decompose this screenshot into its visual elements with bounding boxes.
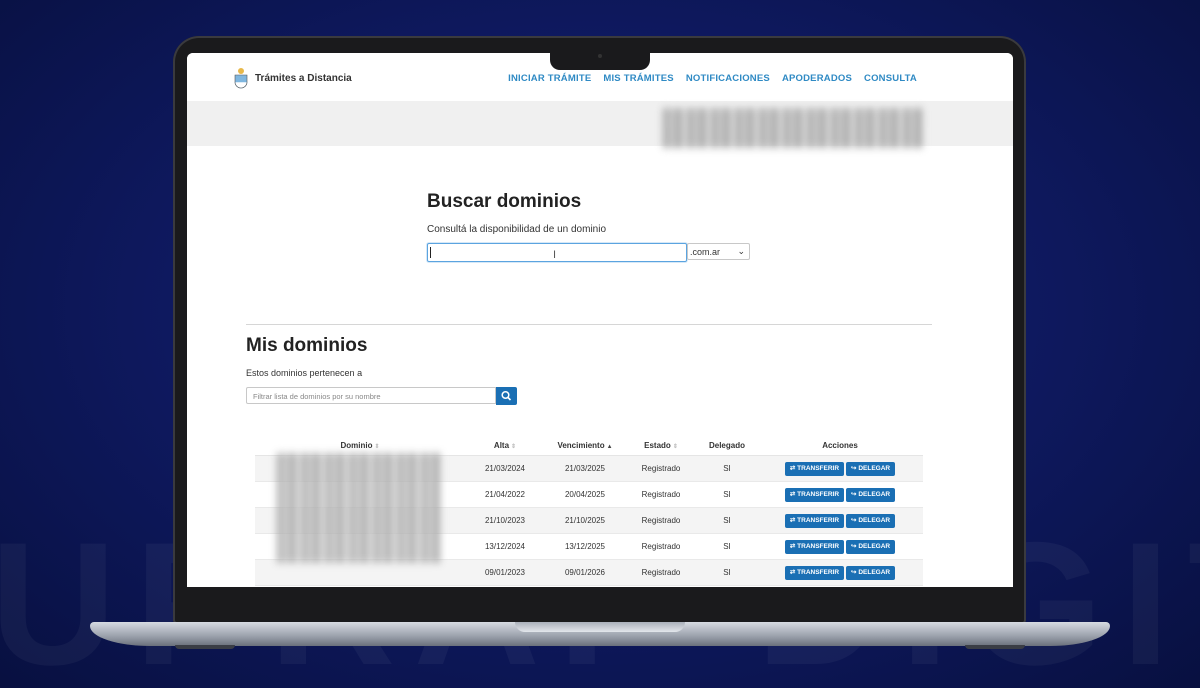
nav-notificaciones[interactable]: NOTIFICACIONES [686,73,770,84]
domain-search-input[interactable] [427,243,687,262]
search-icon [501,390,512,401]
table-row: 09/01/2023 09/01/2026 Registrado SI ⇄ TRANSF… [255,559,923,586]
cell-dominio [255,559,465,586]
delegate-button[interactable]: ↪ DELEGAR [846,487,896,502]
section-divider [246,324,932,325]
transfer-button[interactable]: ⇄ TRANSFERIR [784,539,845,554]
camera-icon [598,54,602,58]
cell-estado: Registrado [625,481,697,508]
col-alta[interactable]: Alta ⇕ [465,435,545,456]
cell-delegado: SI [697,481,757,508]
delegate-button[interactable]: ↪ DELEGAR [846,461,896,476]
argentina-shield-icon [234,68,248,89]
mouse-cursor-icon: I [553,249,557,261]
sort-icon: ⇕ [672,443,678,450]
cell-alta: 13/12/2024 [465,533,545,560]
site-brand[interactable]: Trámites a Distancia [255,73,352,84]
col-acciones: Acciones [757,435,923,456]
main-nav: INICIAR TRÁMITE MIS TRÁMITES NOTIFICACIO… [508,73,917,84]
cell-vencimiento: 21/10/2025 [545,507,625,534]
delegate-button[interactable]: ↪ DELEGAR [846,539,896,554]
my-domains-title: Mis dominios [246,335,368,356]
delegate-button[interactable]: ↪ DELEGAR [846,513,896,528]
laptop-notch [550,50,650,70]
col-delegado: Delegado [697,435,757,456]
nav-apoderados[interactable]: APODERADOS [782,73,852,84]
text-caret [430,247,431,258]
laptop-foot [965,645,1025,649]
cell-acciones: ⇄ TRANSFERIR ↪ DELEGAR [757,533,923,560]
cell-delegado: SI [697,533,757,560]
transfer-button[interactable]: ⇄ TRANSFERIR [784,513,845,528]
nav-mis-tramites[interactable]: MIS TRÁMITES [603,73,673,84]
cell-vencimiento: 20/04/2025 [545,481,625,508]
promo-frame: UPRAP DIGITAL Trámites a Distancia INICI… [0,0,1200,688]
search-subtitle: Consultá la disponibilidad de un dominio [427,224,607,235]
cell-estado: Registrado [625,507,697,534]
cell-acciones: ⇄ TRANSFERIR ↪ DELEGAR [757,559,923,586]
cell-alta: 09/01/2023 [465,559,545,586]
filter-search-button[interactable] [496,387,517,405]
domain-filter-input[interactable]: Filtrar lista de dominios por su nombre [246,387,496,404]
search-title: Buscar dominios [427,191,582,212]
cell-acciones: ⇄ TRANSFERIR ↪ DELEGAR [757,481,923,508]
browser-screen: Trámites a Distancia INICIAR TRÁMITE MIS… [187,53,1013,587]
nav-consulta[interactable]: CONSULTA [864,73,917,84]
cell-alta: 21/04/2022 [465,481,545,508]
cell-estado: Registrado [625,455,697,482]
blurred-domain-names [277,453,441,563]
transfer-button[interactable]: ⇄ TRANSFERIR [784,565,845,580]
cell-vencimiento: 13/12/2025 [545,533,625,560]
cell-vencimiento: 21/03/2025 [545,455,625,482]
transfer-button[interactable]: ⇄ TRANSFERIR [784,461,845,476]
sort-asc-icon: ▲ [606,443,613,450]
cell-alta: 21/10/2023 [465,507,545,534]
cell-acciones: ⇄ TRANSFERIR ↪ DELEGAR [757,455,923,482]
nav-iniciar-tramite[interactable]: INICIAR TRÁMITE [508,73,591,84]
laptop-foot [175,645,235,649]
cell-acciones: ⇄ TRANSFERIR ↪ DELEGAR [757,507,923,534]
cell-vencimiento: 09/01/2026 [545,559,625,586]
cell-estado: Registrado [625,533,697,560]
cell-estado: Registrado [625,559,697,586]
sort-icon: ⇕ [511,443,517,450]
tld-select[interactable]: .com.ar ⌄ [687,243,750,260]
col-estado[interactable]: Estado ⇕ [625,435,697,456]
cell-alta: 21/03/2024 [465,455,545,482]
cell-delegado: SI [697,507,757,534]
tld-value: .com.ar [690,247,721,257]
laptop-groove [515,622,685,632]
chevron-down-icon: ⌄ [737,246,745,256]
transfer-button[interactable]: ⇄ TRANSFERIR [784,487,845,502]
col-vencimiento[interactable]: Vencimiento ▲ [545,435,625,456]
delegate-button[interactable]: ↪ DELEGAR [846,565,896,580]
cell-delegado: SI [697,455,757,482]
sort-icon: ⇕ [374,443,380,450]
laptop-base [90,622,1110,646]
my-domains-subtitle: Estos dominios pertenecen a [246,368,363,378]
blurred-user-name [663,108,923,148]
cell-delegado: SI [697,559,757,586]
